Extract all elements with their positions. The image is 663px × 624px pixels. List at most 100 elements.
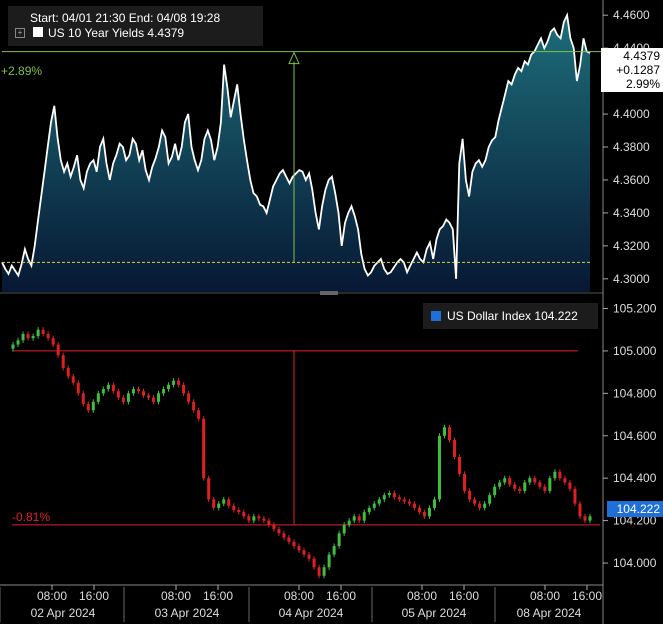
dxy-candle [182, 384, 186, 394]
dxy-y-tick-label: 105.200 [613, 301, 657, 315]
dxy-candle [111, 384, 115, 392]
dxy-y-tick-label: 104.400 [613, 471, 657, 485]
x-date-label: 03 Apr 2024 [155, 606, 220, 620]
dxy-candle [337, 533, 341, 547]
dxy-candle [458, 456, 462, 474]
dxy-candle [257, 516, 261, 519]
dxy-candle [71, 376, 75, 383]
x-time-label: 16:00 [449, 589, 479, 603]
yield-legend: Start: 04/01 21:30 End: 04/08 19:28 + US… [8, 6, 263, 46]
range-text: Start: 04/01 21:30 End: 04/08 19:28 [30, 11, 221, 25]
dxy-candle [36, 329, 40, 337]
dxy-candle [31, 336, 35, 339]
dxy-candle [242, 512, 246, 517]
dxy-y-tick-label: 104.600 [613, 429, 657, 443]
dxy-candle [422, 512, 426, 517]
dxy-candle [162, 389, 166, 394]
dxy-candle [232, 505, 236, 510]
dxy-candle [533, 478, 537, 483]
dxy-candle [307, 554, 311, 559]
dxy-candle [357, 516, 361, 521]
dxy-candle [488, 495, 492, 504]
x-time-label: 16:00 [79, 589, 109, 603]
dxy-candle [252, 516, 256, 521]
dxy-candle [116, 391, 120, 398]
x-time-label: 16:00 [326, 589, 356, 603]
dxy-candle [272, 524, 276, 530]
dxy-candle [427, 507, 431, 517]
dxy-candle [498, 482, 502, 487]
yield-last-value: 4.4379 [623, 49, 660, 63]
dxy-candle [262, 518, 266, 521]
dxy-candle [267, 520, 271, 525]
x-time-label: 08:00 [407, 589, 437, 603]
dxy-candle [177, 380, 181, 385]
dxy-candle [352, 516, 356, 521]
dxy-candle [41, 329, 45, 334]
dxy-candle [518, 488, 522, 491]
dxy-candle [573, 488, 577, 504]
dxy-panel [11, 327, 600, 579]
dxy-candle [402, 499, 406, 502]
x-time-label: 08:00 [530, 589, 560, 603]
dxy-candle [578, 503, 582, 517]
dxy-candle [136, 389, 140, 392]
dxy-candle [453, 440, 457, 457]
dxy-candle [397, 497, 401, 500]
dxy-legend-name: US Dollar Index [447, 309, 532, 323]
yield-y-tick-label: 4.3200 [613, 239, 650, 253]
dxy-candle [76, 382, 80, 394]
dxy-candle [508, 478, 512, 485]
dxy-candle [131, 389, 135, 394]
dxy-candle [392, 493, 396, 498]
dxy-candle [503, 478, 507, 483]
collapse-icon[interactable]: + [15, 28, 25, 38]
yield-net-change: +0.1287 [616, 63, 660, 77]
dxy-candle [483, 503, 487, 508]
yield-y-tick-label: 4.3000 [613, 272, 650, 286]
dxy-candle [202, 418, 206, 479]
panel-resize-handle[interactable] [320, 291, 338, 295]
dxy-candle [167, 384, 171, 390]
dxy-candle [437, 435, 441, 500]
dxy-candle [91, 401, 95, 411]
dxy-candle [588, 516, 592, 521]
dxy-candle [66, 367, 70, 377]
yield-y-tick-label: 4.3600 [613, 173, 650, 187]
dxy-candle [26, 333, 30, 339]
dxy-candle [192, 401, 196, 411]
x-time-label: 08:00 [284, 589, 314, 603]
dxy-candle [277, 529, 281, 534]
dxy-candle [387, 493, 391, 496]
dxy-candle [121, 397, 125, 402]
dxy-candle [362, 512, 366, 521]
dxy-candle [568, 482, 572, 489]
dxy-candle [207, 478, 211, 500]
x-time-label: 08:00 [37, 589, 67, 603]
dxy-candle [417, 507, 421, 513]
x-time-label: 16:00 [203, 589, 233, 603]
dxy-y-tick-label: 104.000 [613, 556, 657, 570]
dxy-candle [56, 344, 60, 356]
dxy-candle [146, 395, 150, 398]
dxy-candle [86, 403, 90, 411]
dxy-legend: US Dollar Index 104.222 [423, 303, 598, 329]
dxy-candle [563, 478, 567, 483]
dxy-candle [217, 503, 221, 508]
dxy-candle [172, 380, 176, 385]
yield-last-tag: 4.4379 +0.1287 2.99% [601, 48, 663, 92]
yield-y-tick-label: 4.4000 [613, 107, 650, 121]
dxy-last-tag: 104.222 [607, 501, 663, 517]
dxy-candle [152, 397, 155, 402]
x-date-label: 04 Apr 2024 [279, 606, 344, 620]
dxy-y-tick-label: 105.000 [613, 344, 657, 358]
dxy-candle [197, 410, 201, 419]
yield-legend-swatch [33, 27, 43, 37]
dxy-candle [317, 567, 321, 576]
dxy-candle [412, 503, 416, 508]
dxy-candle [141, 391, 145, 396]
dxy-candle [432, 499, 436, 508]
yield-pct-change: 2.99% [625, 77, 660, 91]
dxy-candle [553, 471, 557, 479]
dxy-candle [222, 499, 226, 504]
